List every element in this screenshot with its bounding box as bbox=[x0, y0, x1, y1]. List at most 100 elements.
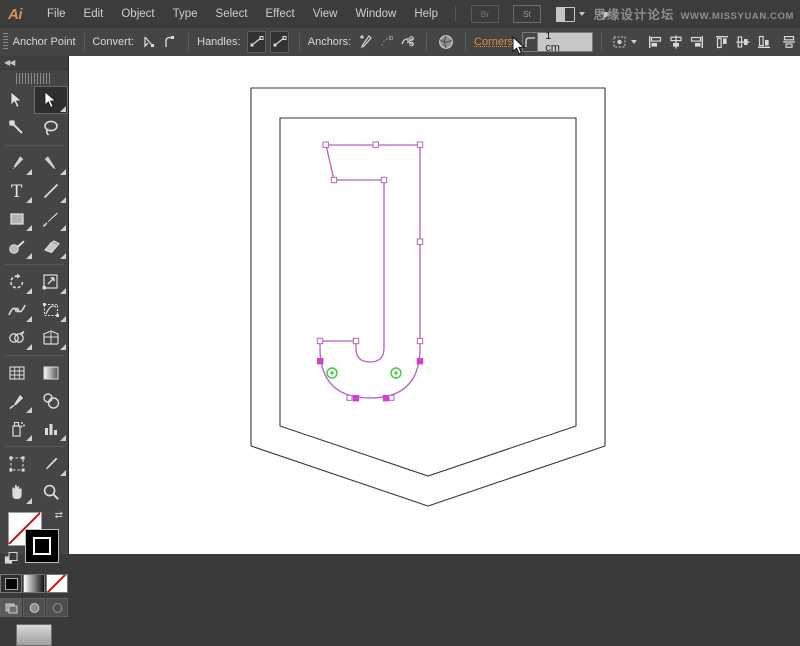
menu-window[interactable]: Window bbox=[346, 4, 405, 24]
artboard-tool[interactable] bbox=[0, 450, 34, 478]
gradient-tool[interactable] bbox=[34, 359, 68, 387]
color-button[interactable] bbox=[0, 574, 22, 593]
eraser-tool[interactable] bbox=[34, 233, 68, 261]
menu-type[interactable]: Type bbox=[164, 4, 207, 24]
tool-flyout-indicator bbox=[60, 169, 66, 175]
tool-panel: ◀◀ bbox=[0, 56, 69, 554]
control-bar: Anchor Point Convert: Handles: Anchors: bbox=[0, 28, 800, 57]
outer-pocket-outline bbox=[251, 88, 605, 506]
divider bbox=[465, 33, 466, 51]
stroke-swatch[interactable] bbox=[25, 529, 59, 563]
tool-flyout-indicator bbox=[26, 197, 32, 203]
align-left-icon[interactable] bbox=[646, 32, 663, 52]
anchors-label: Anchors: bbox=[308, 36, 351, 48]
distribute-vertical-center-icon[interactable] bbox=[781, 32, 798, 52]
control-bar-grip[interactable] bbox=[3, 33, 8, 51]
column-graph-tool[interactable] bbox=[34, 415, 68, 443]
divider bbox=[84, 33, 85, 51]
corners-label[interactable]: Corners: bbox=[474, 36, 516, 48]
tool-panel-header[interactable]: ◀◀ bbox=[0, 56, 68, 70]
tool-flyout-indicator bbox=[26, 498, 32, 504]
magic-wand-tool[interactable] bbox=[0, 114, 34, 142]
collapse-panel-icon[interactable]: ◀◀ bbox=[4, 58, 14, 67]
chevron-down-icon bbox=[579, 12, 585, 16]
selection-tool[interactable] bbox=[0, 86, 34, 114]
menu-object[interactable]: Object bbox=[112, 4, 163, 24]
isolate-selected-object-icon[interactable] bbox=[437, 32, 455, 52]
align-center-horizontal-icon[interactable] bbox=[667, 32, 684, 52]
tool-grid: T bbox=[0, 86, 68, 506]
rectangle-tool[interactable] bbox=[0, 205, 34, 233]
transform-options-icon[interactable] bbox=[612, 32, 629, 52]
scale-tool[interactable] bbox=[34, 268, 68, 296]
tool-flyout-indicator bbox=[60, 344, 66, 350]
tool-divider bbox=[4, 446, 64, 447]
direct-selection-tool[interactable] bbox=[34, 86, 68, 114]
tool-divider bbox=[4, 355, 64, 356]
pen-tool[interactable] bbox=[0, 149, 34, 177]
align-top-icon[interactable] bbox=[714, 32, 731, 52]
menu-select[interactable]: Select bbox=[207, 4, 257, 24]
tool-flyout-indicator bbox=[26, 344, 32, 350]
blend-tool[interactable] bbox=[34, 387, 68, 415]
gradient-button[interactable] bbox=[23, 574, 45, 593]
menu-file[interactable]: File bbox=[38, 4, 75, 24]
divider bbox=[426, 33, 427, 51]
corner-radius-field[interactable]: 1 cm bbox=[522, 32, 593, 52]
none-button[interactable] bbox=[46, 574, 68, 593]
show-handles-icon[interactable] bbox=[247, 31, 266, 53]
workspace-switcher-icon[interactable] bbox=[556, 7, 585, 22]
rotate-tool[interactable] bbox=[0, 268, 34, 296]
free-transform-tool[interactable] bbox=[34, 296, 68, 324]
eyedropper-tool[interactable] bbox=[0, 387, 34, 415]
align-center-vertical-icon[interactable] bbox=[735, 32, 752, 52]
mesh-tool[interactable] bbox=[0, 359, 34, 387]
width-tool[interactable] bbox=[0, 296, 34, 324]
bridge-button[interactable]: Br bbox=[471, 5, 499, 23]
align-bottom-icon[interactable] bbox=[755, 32, 772, 52]
align-right-icon[interactable] bbox=[688, 32, 705, 52]
menu-view[interactable]: View bbox=[304, 4, 347, 24]
chevron-down-icon[interactable] bbox=[631, 40, 637, 44]
slice-tool[interactable] bbox=[34, 450, 68, 478]
type-tool[interactable]: T bbox=[0, 177, 34, 205]
full-screen-mode[interactable] bbox=[46, 598, 68, 617]
corner-radius-value: 1 cm bbox=[538, 30, 592, 54]
remove-anchor-point-icon[interactable] bbox=[379, 32, 396, 52]
normal-screen-mode[interactable] bbox=[0, 598, 22, 617]
line-segment-tool[interactable] bbox=[34, 177, 68, 205]
paintbrush-tool[interactable] bbox=[34, 205, 68, 233]
menu-edit[interactable]: Edit bbox=[75, 4, 113, 24]
menu-effect[interactable]: Effect bbox=[257, 4, 304, 24]
stock-button[interactable]: St bbox=[513, 5, 541, 23]
screen-mode-buttons bbox=[0, 598, 68, 617]
default-fill-stroke-icon[interactable] bbox=[4, 552, 18, 571]
cut-path-at-anchor-icon[interactable] bbox=[400, 32, 417, 52]
canvas-artboard[interactable] bbox=[69, 56, 800, 554]
corner-widget[interactable] bbox=[391, 368, 401, 378]
perspective-grid-tool[interactable] bbox=[34, 324, 68, 352]
convert-to-smooth-icon[interactable] bbox=[161, 32, 178, 52]
shape-builder-tool[interactable] bbox=[0, 324, 34, 352]
edit-toolbar-icon[interactable] bbox=[16, 624, 52, 646]
add-anchor-point-icon[interactable] bbox=[358, 32, 375, 52]
hand-tool[interactable] bbox=[0, 478, 34, 506]
tool-panel-grip[interactable] bbox=[16, 73, 52, 84]
convert-to-corner-icon[interactable] bbox=[141, 32, 158, 52]
tool-flyout-indicator bbox=[26, 435, 32, 441]
shaper-tool[interactable] bbox=[0, 233, 34, 261]
watermark-cn: 思缘设计论坛 bbox=[593, 4, 674, 23]
full-screen-menubar-mode[interactable] bbox=[23, 598, 45, 617]
zoom-tool[interactable] bbox=[34, 478, 68, 506]
menu-help[interactable]: Help bbox=[405, 4, 447, 24]
swap-fill-stroke-icon[interactable]: ⇄ bbox=[55, 510, 63, 521]
symbol-sprayer-tool[interactable] bbox=[0, 415, 34, 443]
lasso-tool[interactable] bbox=[34, 114, 68, 142]
tool-divider bbox=[4, 145, 64, 146]
hide-handles-icon[interactable] bbox=[270, 31, 289, 53]
curvature-tool[interactable] bbox=[34, 149, 68, 177]
convert-label: Convert: bbox=[92, 36, 134, 48]
inner-pocket-outline bbox=[280, 118, 576, 476]
tool-flyout-indicator bbox=[60, 253, 66, 259]
corner-widget[interactable] bbox=[327, 368, 337, 378]
